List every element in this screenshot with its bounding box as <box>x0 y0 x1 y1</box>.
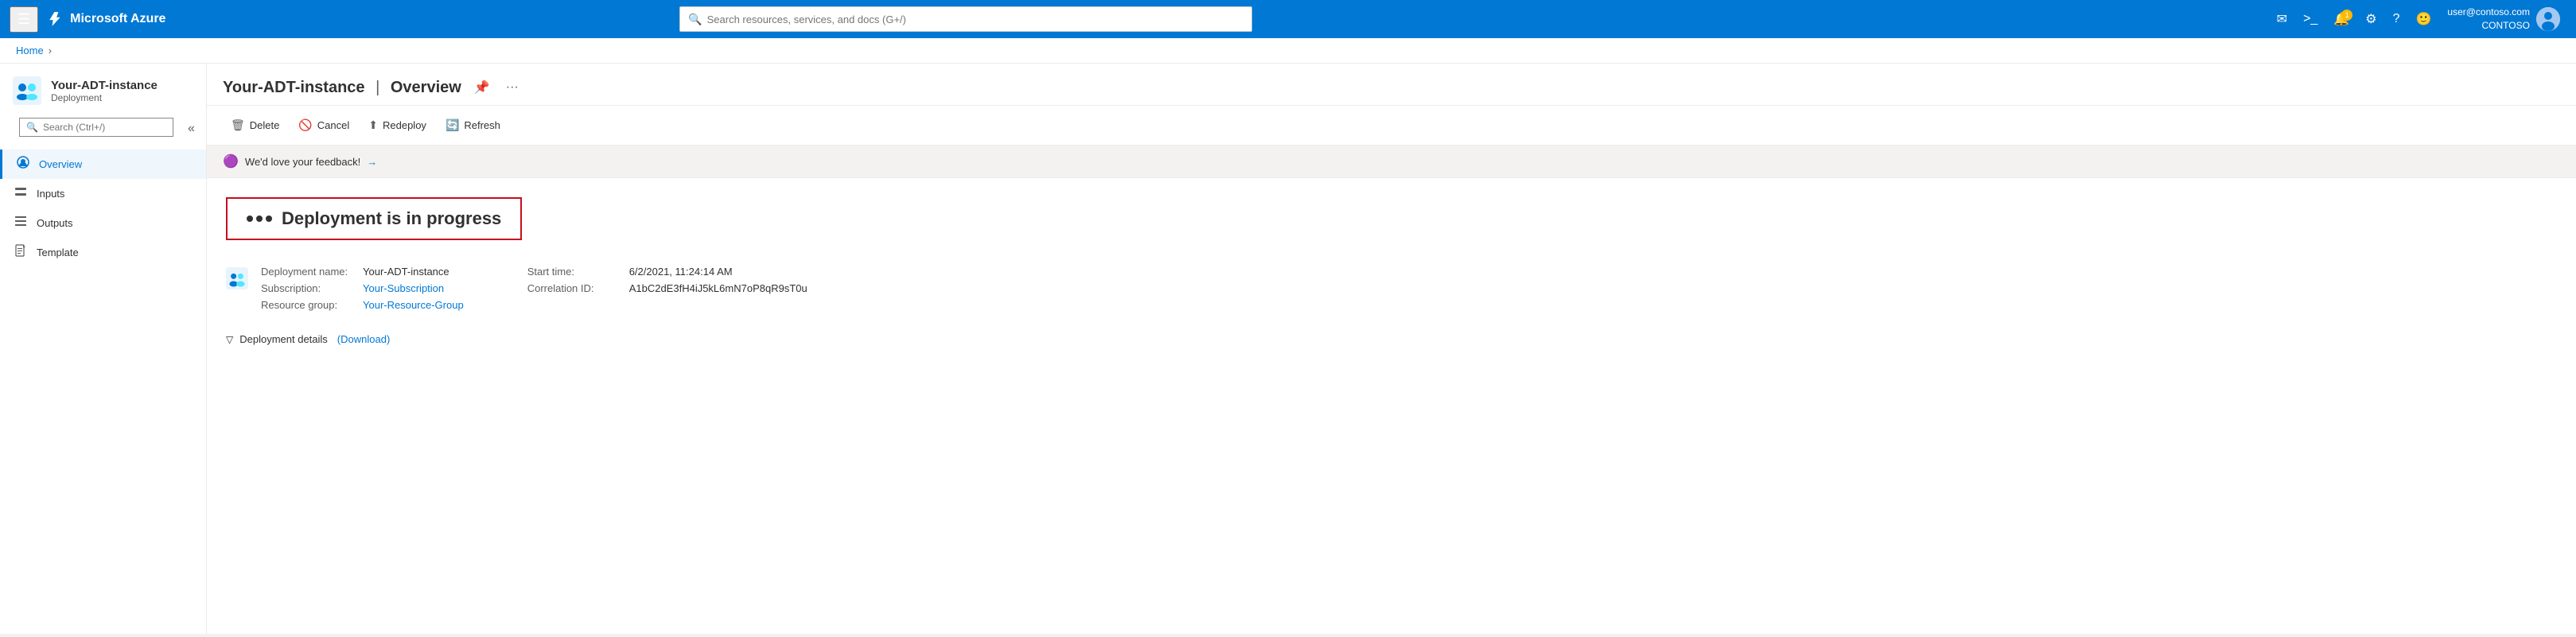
sidebar-item-inputs-label: Inputs <box>37 188 64 200</box>
pin-button[interactable]: 📌 <box>471 76 493 99</box>
status-dot-2 <box>256 216 263 222</box>
top-navigation: ☰ Microsoft Azure 🔍 ✉ >_ 🔔 1 ⚙ ? 🙂 <box>0 0 2576 38</box>
feedback-link[interactable]: → <box>367 156 377 168</box>
help-icon: ? <box>2393 12 2400 26</box>
sidebar-collapse-button[interactable]: « <box>183 120 200 138</box>
overview-icon <box>15 156 31 173</box>
deployment-status-box: Deployment is in progress <box>226 197 522 240</box>
outputs-icon <box>13 215 29 231</box>
user-org: CONTOSO <box>2447 19 2530 33</box>
sidebar-item-outputs-label: Outputs <box>37 217 73 229</box>
sidebar-search-icon: 🔍 <box>26 122 38 133</box>
azure-logo: Microsoft Azure <box>48 11 165 27</box>
sidebar-search-input[interactable] <box>43 122 166 133</box>
deployment-details-label: Deployment details <box>239 333 328 345</box>
pin-icon: 📌 <box>474 81 490 95</box>
refresh-button[interactable]: 🔄 Refresh <box>438 114 508 137</box>
subscription-link[interactable]: Your-Subscription <box>363 282 444 294</box>
delete-icon: 🗑 <box>231 118 245 132</box>
global-search-box[interactable]: 🔍 <box>679 6 1252 32</box>
redeploy-icon: ⬆ <box>368 118 378 132</box>
start-time-value: 6/2/2021, 11:24:14 AM <box>629 266 733 278</box>
sidebar-navigation: Overview Inputs Outputs Template <box>0 150 206 634</box>
delete-button[interactable]: 🗑 Delete <box>223 114 287 137</box>
breadcrumb-separator: › <box>49 45 52 56</box>
sidebar-item-outputs[interactable]: Outputs <box>0 208 206 238</box>
status-dot-3 <box>266 216 272 222</box>
resource-icon <box>13 76 41 105</box>
sidebar-item-template-label: Template <box>37 247 79 258</box>
sidebar-search-box[interactable]: 🔍 <box>19 118 173 137</box>
user-email: user@contoso.com <box>2447 6 2530 19</box>
subscription-row: Subscription: Your-Subscription <box>261 282 464 294</box>
start-time-row: Start time: 6/2/2021, 11:24:14 AM <box>527 266 807 278</box>
avatar <box>2536 7 2560 31</box>
notification-badge: 1 <box>2341 10 2352 21</box>
deployment-details: ▽ Deployment details (Download) <box>207 324 2576 355</box>
search-input[interactable] <box>707 14 1244 25</box>
page-title: Your-ADT-instance | Overview <box>223 79 461 97</box>
deployment-status-section: Deployment is in progress <box>207 178 2576 253</box>
search-icon: 🔍 <box>688 13 702 26</box>
hamburger-menu[interactable]: ☰ <box>10 6 38 33</box>
deployment-info-right: Start time: 6/2/2021, 11:24:14 AM Correl… <box>527 266 807 311</box>
inputs-icon <box>13 185 29 202</box>
template-icon <box>13 244 29 261</box>
redeploy-button[interactable]: ⬆ Redeploy <box>360 114 434 137</box>
deployment-info: Deployment name: Your-ADT-instance Subsc… <box>207 253 2576 324</box>
status-dot-1 <box>247 216 253 222</box>
sidebar-item-overview-label: Overview <box>39 158 82 170</box>
sidebar-item-inputs[interactable]: Inputs <box>0 179 206 208</box>
notification-button[interactable]: 🔔 1 <box>2327 6 2356 32</box>
chevron-down-icon: ▽ <box>226 334 233 345</box>
resource-group-link[interactable]: Your-Resource-Group <box>363 299 464 311</box>
feedback-button[interactable]: 🙂 <box>2409 6 2438 32</box>
feedback-text: We'd love your feedback! <box>245 156 360 168</box>
settings-icon: ⚙ <box>2365 11 2376 27</box>
deployment-status-text: Deployment is in progress <box>282 208 501 229</box>
feedback-banner-icon: 🟣 <box>223 153 239 169</box>
toolbar: 🗑 Delete 🚫 Cancel ⬆ Redeploy 🔄 Refresh <box>207 106 2576 146</box>
deployment-name-label: Deployment name: <box>261 266 356 278</box>
correlation-id-label: Correlation ID: <box>527 282 623 294</box>
cancel-button[interactable]: 🚫 Cancel <box>290 114 357 137</box>
resource-group-label: Resource group: <box>261 299 356 311</box>
sidebar-item-overview[interactable]: Overview <box>0 150 206 179</box>
settings-button[interactable]: ⚙ <box>2359 6 2383 32</box>
feedback-icon: 🙂 <box>2415 11 2431 27</box>
help-button[interactable]: ? <box>2387 7 2407 31</box>
deployment-resource-icon <box>226 267 248 289</box>
correlation-id-row: Correlation ID: A1bC2dE3fH4iJ5kL6mN7oP8q… <box>527 282 807 294</box>
resource-name: Your-ADT-instance <box>51 79 158 92</box>
correlation-id-value: A1bC2dE3fH4iJ5kL6mN7oP8qR9sT0u <box>629 282 807 294</box>
user-menu[interactable]: user@contoso.com CONTOSO <box>2441 2 2566 36</box>
main-layout: Your-ADT-instance Deployment 🔍 « Overvie… <box>0 64 2576 634</box>
status-dots <box>247 216 272 222</box>
sidebar-header: Your-ADT-instance Deployment <box>0 64 206 111</box>
deployment-details-toggle[interactable]: ▽ Deployment details (Download) <box>226 333 2557 345</box>
cancel-icon: 🚫 <box>298 118 312 132</box>
breadcrumb: Home › <box>0 38 2576 64</box>
ellipsis-icon: ··· <box>506 80 519 94</box>
breadcrumb-home[interactable]: Home <box>16 45 44 56</box>
cloud-shell-icon: >_ <box>2303 12 2317 26</box>
top-nav-actions: ✉ >_ 🔔 1 ⚙ ? 🙂 user@contoso.com CONTOSO <box>2271 2 2566 36</box>
cloud-shell-button[interactable]: >_ <box>2297 7 2324 31</box>
content-area: Your-ADT-instance | Overview 📌 ··· 🗑 Del… <box>207 64 2576 634</box>
email-icon-button[interactable]: ✉ <box>2271 6 2294 32</box>
subscription-label: Subscription: <box>261 282 356 294</box>
more-options-button[interactable]: ··· <box>503 77 522 98</box>
resource-subtitle: Deployment <box>51 92 158 103</box>
start-time-label: Start time: <box>527 266 623 278</box>
deployment-name-row: Deployment name: Your-ADT-instance <box>261 266 464 278</box>
deployment-info-left: Deployment name: Your-ADT-instance Subsc… <box>261 266 464 311</box>
download-link[interactable]: (Download) <box>337 333 390 345</box>
email-icon: ✉ <box>2277 11 2287 27</box>
sidebar-item-template[interactable]: Template <box>0 238 206 267</box>
resource-group-row: Resource group: Your-Resource-Group <box>261 299 464 311</box>
deployment-name-value: Your-ADT-instance <box>363 266 449 278</box>
sidebar: Your-ADT-instance Deployment 🔍 « Overvie… <box>0 64 207 634</box>
feedback-banner: 🟣 We'd love your feedback! → <box>207 146 2576 178</box>
refresh-icon: 🔄 <box>446 118 459 132</box>
